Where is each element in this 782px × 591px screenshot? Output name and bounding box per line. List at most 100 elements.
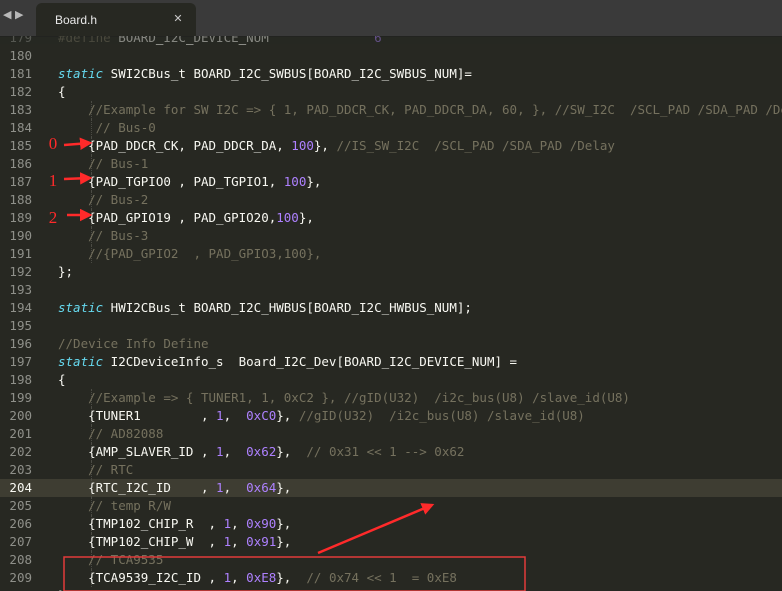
- tab-board-h[interactable]: Board.h ✕: [36, 3, 196, 36]
- code-text: //Example => { TUNER1, 1, 0xC2 }, //gID(…: [58, 389, 630, 407]
- code-token: // 0x31 << 1 --> 0x62: [306, 444, 465, 459]
- code-line[interactable]: 185 {PAD_DDCR_CK, PAD_DDCR_DA, 100}, //I…: [0, 137, 782, 155]
- code-text: static HWI2CBus_t BOARD_I2C_HWBUS[BOARD_…: [58, 299, 472, 317]
- code-line[interactable]: 187 {PAD_TGPIO0 , PAD_TGPIO1, 100},: [0, 173, 782, 191]
- code-text: {RTC_I2C_ID , 1, 0x64},: [58, 479, 291, 497]
- code-token: },: [276, 444, 307, 459]
- code-text: {PAD_DDCR_CK, PAD_DDCR_DA, 100}, //IS_SW…: [58, 137, 615, 155]
- line-number: 199: [9, 390, 32, 405]
- code-token: 1: [223, 534, 232, 549]
- code-line[interactable]: 201 // AD82088: [0, 425, 782, 443]
- line-number: 207: [9, 534, 32, 549]
- code-token: {RTC_I2C_ID ,: [58, 480, 217, 495]
- line-number: 184: [9, 120, 32, 135]
- line-number: 183: [9, 102, 32, 117]
- code-line[interactable]: 204 {RTC_I2C_ID , 1, 0x64},: [0, 479, 782, 497]
- line-number: 187: [9, 174, 32, 189]
- line-number: 193: [9, 282, 32, 297]
- code-line[interactable]: 205 // temp R/W: [0, 497, 782, 515]
- annotation-label-2: 2: [48, 208, 58, 227]
- code-line[interactable]: 200 {TUNER1 , 1, 0xC0}, //gID(U32) /i2c_…: [0, 407, 782, 425]
- code-text: {PAD_GPIO19 , PAD_GPIO20,100},: [58, 209, 314, 227]
- code-token: ,: [231, 570, 247, 585]
- code-token: {TCA9539_I2C_ID ,: [58, 570, 224, 585]
- line-number: 192: [9, 264, 32, 279]
- line-number: 189: [9, 210, 32, 225]
- line-number: 201: [9, 426, 32, 441]
- code-token: 0x62: [246, 444, 277, 459]
- code-line[interactable]: 206 {TMP102_CHIP_R , 1, 0x90},: [0, 515, 782, 533]
- code-line[interactable]: 196 //Device Info Define: [0, 335, 782, 353]
- code-token: },: [276, 516, 292, 531]
- code-token: ,: [223, 444, 247, 459]
- code-line[interactable]: 195: [0, 317, 782, 335]
- code-text: {: [58, 371, 66, 389]
- code-line[interactable]: 193: [0, 281, 782, 299]
- code-line[interactable]: 209 {TCA9539_I2C_ID , 1, 0xE8}, // 0x74 …: [0, 569, 782, 587]
- code-text: //Example for SW I2C => { 1, PAD_DDCR_CK…: [58, 101, 782, 119]
- line-number: 200: [9, 408, 32, 423]
- line-number: 186: [9, 156, 32, 171]
- code-line[interactable]: 190 // Bus-3: [0, 227, 782, 245]
- code-text: {TCA9539_I2C_ID , 1, 0xE8}, // 0x74 << 1…: [58, 569, 457, 587]
- code-line[interactable]: 183 //Example for SW I2C => { 1, PAD_DDC…: [0, 101, 782, 119]
- code-token: // Bus-0: [58, 120, 156, 135]
- code-text: {: [58, 83, 66, 101]
- code-line[interactable]: 198 {: [0, 371, 782, 389]
- line-number: 181: [9, 66, 32, 81]
- code-line[interactable]: 203 // RTC: [0, 461, 782, 479]
- tab-bar: ◀ ▶ Board.h ✕: [0, 0, 782, 37]
- code-token: static: [58, 300, 104, 315]
- code-token: 0x64: [246, 480, 277, 495]
- line-number: 206: [9, 516, 32, 531]
- code-token: // 0x74 << 1 = 0xE8: [306, 570, 457, 585]
- code-line[interactable]: 186 // Bus-1: [0, 155, 782, 173]
- code-token: {AMP_SLAVER_ID ,: [58, 444, 217, 459]
- code-token: //Example for SW I2C => { 1, PAD_DDCR_CK…: [58, 102, 782, 117]
- line-number: 182: [9, 84, 32, 99]
- close-icon[interactable]: ✕: [172, 12, 184, 26]
- code-line[interactable]: 188 // Bus-2: [0, 191, 782, 209]
- code-editor[interactable]: 179#define BOARD_I2C_DEVICE_NUM 6180181s…: [0, 36, 782, 591]
- code-line[interactable]: 181 static SWI2CBus_t BOARD_I2C_SWBUS[BOA…: [0, 65, 782, 83]
- code-token: 0xC0: [246, 408, 277, 423]
- code-line[interactable]: 199 //Example => { TUNER1, 1, 0xC2 }, //…: [0, 389, 782, 407]
- code-token: 100: [283, 174, 307, 189]
- code-text: {AMP_SLAVER_ID , 1, 0x62}, // 0x31 << 1 …: [58, 443, 464, 461]
- code-token: //Example => { TUNER1, 1, 0xC2 }, //gID(…: [58, 390, 630, 405]
- nav-back-icon[interactable]: ◀: [3, 8, 15, 22]
- code-line[interactable]: 208 // TCA9535: [0, 551, 782, 569]
- code-token: 1: [223, 516, 232, 531]
- code-line[interactable]: 202 {AMP_SLAVER_ID , 1, 0x62}, // 0x31 <…: [0, 443, 782, 461]
- code-text: static I2CDeviceInfo_s Board_I2C_Dev[BOA…: [58, 353, 517, 371]
- code-token: //gID(U32) /i2c_bus(U8) /slave_id(U8): [298, 408, 585, 423]
- code-text: // AD82088: [58, 425, 163, 443]
- code-line[interactable]: 194 static HWI2CBus_t BOARD_I2C_HWBUS[BOA…: [0, 299, 782, 317]
- code-text: {PAD_TGPIO0 , PAD_TGPIO1, 100},: [58, 173, 321, 191]
- code-text: //{PAD_GPIO2 , PAD_GPIO3,100},: [58, 245, 321, 263]
- code-line[interactable]: 191 //{PAD_GPIO2 , PAD_GPIO3,100},: [0, 245, 782, 263]
- line-number: 195: [9, 318, 32, 333]
- code-text: {TUNER1 , 1, 0xC0}, //gID(U32) /i2c_bus(…: [58, 407, 585, 425]
- line-number: 198: [9, 372, 32, 387]
- code-line[interactable]: 189 {PAD_GPIO19 , PAD_GPIO20,100},: [0, 209, 782, 227]
- line-number: 197: [9, 354, 32, 369]
- code-line[interactable]: 197 static I2CDeviceInfo_s Board_I2C_Dev[…: [0, 353, 782, 371]
- code-line[interactable]: 192};: [0, 263, 782, 281]
- code-line[interactable]: 180: [0, 47, 782, 65]
- code-line[interactable]: 207 {TMP102_CHIP_W , 1, 0x91},: [0, 533, 782, 551]
- code-token: },: [298, 210, 314, 225]
- code-line[interactable]: 184 // Bus-0: [0, 119, 782, 137]
- code-line[interactable]: 210}: [0, 587, 782, 591]
- editor-top-fade: [0, 36, 782, 44]
- code-token: {TUNER1 ,: [58, 408, 217, 423]
- nav-forward-icon[interactable]: ▶: [15, 8, 27, 22]
- code-token: {PAD_GPIO19 , PAD_GPIO20,: [58, 210, 277, 225]
- code-token: {PAD_DDCR_CK, PAD_DDCR_DA,: [58, 138, 292, 153]
- line-number: 202: [9, 444, 32, 459]
- code-line[interactable]: 182 {: [0, 83, 782, 101]
- code-text: // temp R/W: [58, 497, 171, 515]
- code-token: },: [276, 534, 292, 549]
- code-token: ,: [223, 480, 247, 495]
- code-token: // TCA9535: [58, 552, 164, 567]
